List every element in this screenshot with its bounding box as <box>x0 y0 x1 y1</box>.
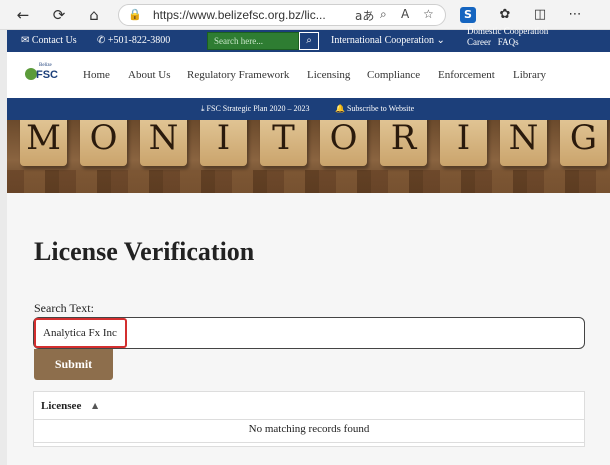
extensions-icon[interactable]: ✿ <box>497 7 513 23</box>
table-divider <box>34 442 584 443</box>
favorite-icon[interactable]: ☆ <box>423 7 434 21</box>
fsc-logo[interactable]: Belize FSC <box>25 63 59 84</box>
top-contact-bar: ✉ Contact Us ✆ +501-822-3800 Search here… <box>7 26 610 52</box>
site-search-input[interactable]: Search here... <box>207 32 299 50</box>
letter-tile: I <box>200 120 247 166</box>
nav-compliance[interactable]: Compliance <box>367 69 420 81</box>
letter-tile: O <box>80 120 127 166</box>
nav-enforcement[interactable]: Enforcement <box>438 69 495 81</box>
international-cooperation-menu[interactable]: International Cooperation ⌄ <box>331 35 445 46</box>
refresh-icon[interactable]: ⟳ <box>50 6 68 24</box>
nav-about-us[interactable]: About Us <box>128 69 170 81</box>
letter-tile: M <box>20 120 67 166</box>
page-title: License Verification <box>34 237 255 266</box>
wood-background <box>7 170 610 193</box>
nav-licensing[interactable]: Licensing <box>307 69 350 81</box>
column-header-label[interactable]: Licensee <box>41 400 81 412</box>
sort-up-icon[interactable]: ▲ <box>92 401 98 410</box>
extension-icon[interactable]: S <box>460 7 476 23</box>
red-highlight-box <box>34 318 127 348</box>
results-table: Licensee ▲ No matching records found <box>33 391 585 447</box>
letter-tile: T <box>260 120 307 166</box>
lock-icon[interactable]: 🔒 <box>128 8 142 22</box>
nav-regulatory-framework[interactable]: Regulatory Framework <box>187 69 289 81</box>
letter-tile: I <box>440 120 487 166</box>
letter-tile: R <box>380 120 427 166</box>
career-link[interactable]: Career <box>467 37 491 47</box>
license-verification-section: License Verification Search Text: Analyt… <box>7 193 610 465</box>
font-icon[interactable]: A <box>401 7 409 21</box>
letter-tile: N <box>500 120 547 166</box>
letter-tile: N <box>140 120 187 166</box>
more-icon[interactable]: ⋯ <box>567 7 583 23</box>
nav-library[interactable]: Library <box>513 69 546 81</box>
page-left-edge <box>0 30 7 465</box>
phone-link[interactable]: ✆ +501-822-3800 <box>97 35 170 46</box>
split-icon[interactable]: ◫ <box>532 7 548 23</box>
subscribe-link[interactable]: 🔔 Subscribe to Website <box>335 104 414 113</box>
monitoring-hero-banner: M O N I T O R I N G <box>7 120 610 193</box>
zoom-icon[interactable]: ⌕ <box>380 7 387 22</box>
search-text-label: Search Text: <box>34 301 94 315</box>
table-header-licensee[interactable]: Licensee ▲ <box>34 392 584 420</box>
letter-tile: O <box>320 120 367 166</box>
main-navigation: Belize FSC Home About Us Regulatory Fram… <box>7 52 610 98</box>
submit-button[interactable]: Submit <box>34 349 113 380</box>
faqs-link[interactable]: FAQs <box>498 37 519 47</box>
back-icon[interactable]: ← <box>14 6 32 24</box>
letter-tile: G <box>560 120 607 166</box>
home-icon[interactable]: ⌂ <box>85 6 103 24</box>
announcement-bar: ⤓ FSC Strategic Plan 2020 – 2023 🔔 Subsc… <box>7 98 610 120</box>
address-bar[interactable]: 🔒 https://www.belizefsc.org.bz/lic... aあ… <box>118 4 446 26</box>
nav-home[interactable]: Home <box>83 69 110 81</box>
strategic-plan-link[interactable]: ⤓ FSC Strategic Plan 2020 – 2023 <box>201 104 309 114</box>
domestic-cooperation-link[interactable]: Domestic Cooperation Career FAQs <box>467 26 548 48</box>
empty-table-message: No matching records found <box>248 423 370 435</box>
contact-us-link[interactable]: ✉ Contact Us <box>21 35 77 46</box>
read-aloud-icon[interactable]: aあ <box>355 7 374 24</box>
search-icon[interactable]: ⌕ <box>299 32 319 50</box>
url-text[interactable]: https://www.belizefsc.org.bz/lic... <box>153 8 326 22</box>
